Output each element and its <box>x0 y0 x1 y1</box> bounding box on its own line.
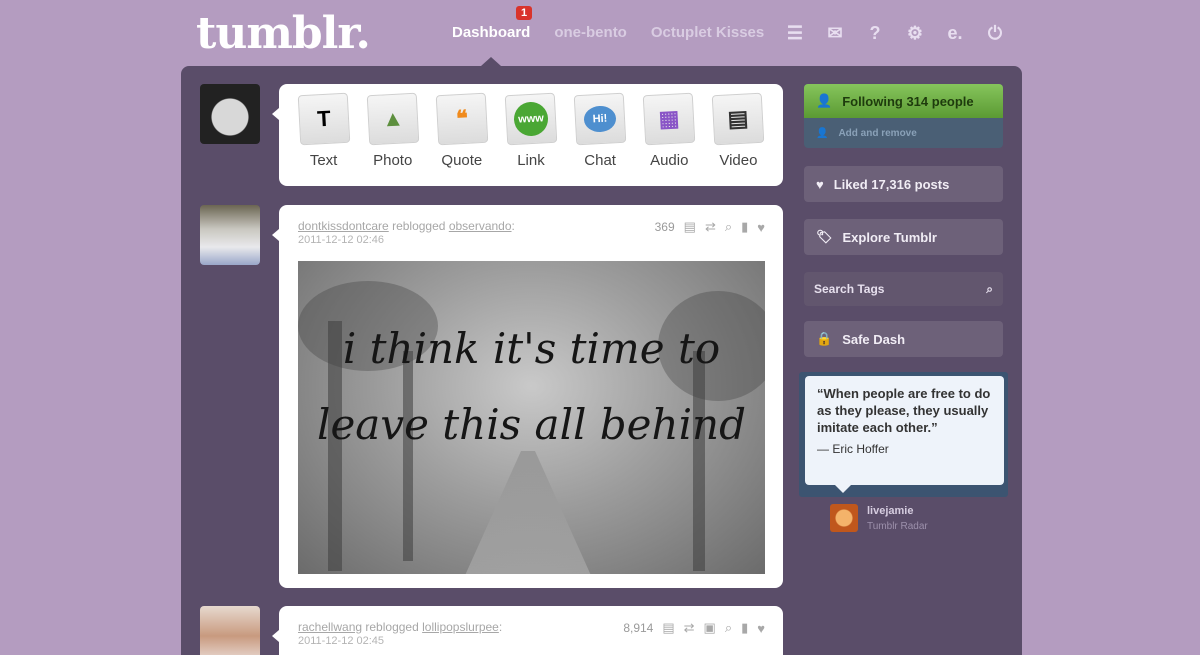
explore-tumblr-button[interactable]: 🏷 Explore Tumblr <box>804 219 1003 255</box>
post-username[interactable]: dontkissdontcare <box>298 219 389 233</box>
header-icons: ☰ ✉ ? ⚙ e. ⏻ <box>784 22 1006 44</box>
power-icon[interactable]: ⏻ <box>984 22 1006 44</box>
search-icon[interactable]: ⌕ <box>725 620 732 636</box>
notification-badge: 1 <box>516 6 533 20</box>
notes-count[interactable]: 369 <box>655 220 675 234</box>
heart-icon: ♥ <box>816 176 824 192</box>
gear-icon[interactable]: ⚙ <box>904 22 926 44</box>
user-icon: 👤 <box>816 93 833 108</box>
bookmark-icon[interactable]: ▮ <box>741 219 748 235</box>
following-label: Following 314 people <box>842 93 974 109</box>
post-header: dontkissdontcare reblogged observando: <box>298 219 515 233</box>
tag-icon: 🏷 <box>816 229 833 244</box>
list-icon[interactable]: ☰ <box>784 22 806 44</box>
post-type-text[interactable]: T Text <box>289 92 358 186</box>
search-icon[interactable]: ⌕ <box>725 219 732 235</box>
post-type-audio[interactable]: ▦ Audio <box>635 92 704 186</box>
post-action: reblogged <box>365 620 419 634</box>
post-date: 2011-12-12 02:45 <box>298 635 385 647</box>
post-type-video[interactable]: ▤ Video <box>704 92 773 186</box>
following-button[interactable]: 👤 Following 314 people 👤 Add and remove <box>804 84 1003 148</box>
avatar-pointer <box>272 229 279 241</box>
post-username[interactable]: rachellwang <box>298 620 362 634</box>
top-nav: Dashboard 1 one-bento Octuplet Kisses <box>452 6 788 41</box>
post-type-chat[interactable]: Hi! Chat <box>566 92 635 186</box>
post-type-label: Chat <box>584 152 616 169</box>
post-controls: 369 ▤ ⇄ ⌕ ▮ ♥ <box>655 219 765 235</box>
post-header: rachellwang reblogged lollipopslurpee: <box>298 620 503 634</box>
safe-dash-label: Safe Dash <box>842 331 906 347</box>
add-remove-label: Add and remove <box>838 127 917 139</box>
post-type-label: Text <box>309 152 338 169</box>
search-icon[interactable]: ⌕ <box>986 282 993 297</box>
search-placeholder: Search Tags <box>814 282 885 296</box>
post-type-label: Video <box>719 152 758 169</box>
radar-label: Tumblr Radar <box>867 521 928 532</box>
mail-icon[interactable]: ✉ <box>824 22 846 44</box>
dashboard-post: rachellwang reblogged lollipopslurpee: 2… <box>279 606 783 655</box>
help-icon[interactable]: ? <box>864 22 886 44</box>
nav-blog-one-bento[interactable]: one-bento <box>554 24 627 41</box>
radar-quote-author: — Eric Hoffer <box>817 442 889 456</box>
radar-avatar[interactable] <box>830 504 858 532</box>
nav-dashboard[interactable]: Dashboard 1 <box>452 6 533 41</box>
notes-icon[interactable]: ▤ <box>662 620 674 636</box>
post-type-link[interactable]: www Link <box>496 92 565 186</box>
link-icon: www <box>513 101 549 137</box>
radar-username[interactable]: livejamie <box>867 505 913 517</box>
search-tags-input[interactable]: Search Tags ⌕ <box>804 272 1003 306</box>
radar-quote-text: “When people are free to do as they plea… <box>817 386 991 435</box>
new-post-types: T Text ▲ Photo ❝ Quote www Link Hi! Chat… <box>279 84 783 186</box>
explore-label: Explore Tumblr <box>842 229 937 245</box>
post-avatar[interactable] <box>200 205 260 265</box>
reblog-icon[interactable]: ⇄ <box>705 219 716 235</box>
e-icon[interactable]: e. <box>944 22 966 44</box>
nav-active-pointer <box>481 57 501 66</box>
bookmark-icon[interactable]: ▮ <box>741 620 748 636</box>
photo-icon[interactable]: ▣ <box>704 620 716 636</box>
video-icon: ▤ <box>712 92 765 146</box>
post-type-label: Quote <box>441 152 483 169</box>
avatar-pointer <box>272 108 279 120</box>
photo-caption-text: i think it's time to leave this all behi… <box>317 324 746 449</box>
add-user-icon: 👤 <box>816 127 829 139</box>
post-type-label: Photo <box>373 152 413 169</box>
my-avatar[interactable] <box>200 84 260 144</box>
audio-icon: ▦ <box>642 92 696 146</box>
chat-icon: Hi! <box>583 105 617 133</box>
radar-pointer <box>835 485 851 493</box>
post-avatar[interactable] <box>200 606 260 655</box>
post-type-quote[interactable]: ❝ Quote <box>427 92 496 186</box>
avatar-pointer <box>272 630 279 642</box>
post-controls: 8,914 ▤ ⇄ ▣ ⌕ ▮ ♥ <box>623 620 765 636</box>
lock-icon: 🔒 <box>816 331 833 346</box>
notes-icon[interactable]: ▤ <box>684 219 696 235</box>
reblog-icon[interactable]: ⇄ <box>684 620 695 636</box>
safe-dash-button[interactable]: 🔒 Safe Dash <box>804 321 1003 357</box>
nav-blog-octuplet-kisses[interactable]: Octuplet Kisses <box>651 24 764 41</box>
notes-count[interactable]: 8,914 <box>623 621 653 635</box>
post-photo[interactable]: i think it's time to leave this all behi… <box>298 261 765 574</box>
post-type-photo[interactable]: ▲ Photo <box>358 92 427 186</box>
text-icon: T <box>297 92 350 146</box>
photo-icon: ▲ <box>366 92 419 146</box>
nav-dashboard-label: Dashboard <box>452 24 531 41</box>
dashboard-post: dontkissdontcare reblogged observando: 2… <box>279 205 783 588</box>
post-type-label: Audio <box>650 152 689 169</box>
post-type-label: Link <box>517 152 545 169</box>
heart-icon[interactable]: ♥ <box>757 220 765 235</box>
radar-quote-box[interactable]: “When people are free to do as they plea… <box>805 376 1004 485</box>
heart-icon[interactable]: ♥ <box>757 621 765 636</box>
quote-icon: ❝ <box>435 92 489 146</box>
liked-posts-button[interactable]: ♥ Liked 17,316 posts <box>804 166 1003 202</box>
add-remove-link[interactable]: 👤 Add and remove <box>804 118 1003 148</box>
post-source[interactable]: lollipopslurpee <box>422 620 499 634</box>
post-source[interactable]: observando <box>449 219 512 233</box>
tumblr-logo[interactable]: tumblr. <box>196 8 371 59</box>
liked-label: Liked 17,316 posts <box>833 176 950 192</box>
post-action: reblogged <box>392 219 446 233</box>
post-date: 2011-12-12 02:46 <box>298 234 385 246</box>
